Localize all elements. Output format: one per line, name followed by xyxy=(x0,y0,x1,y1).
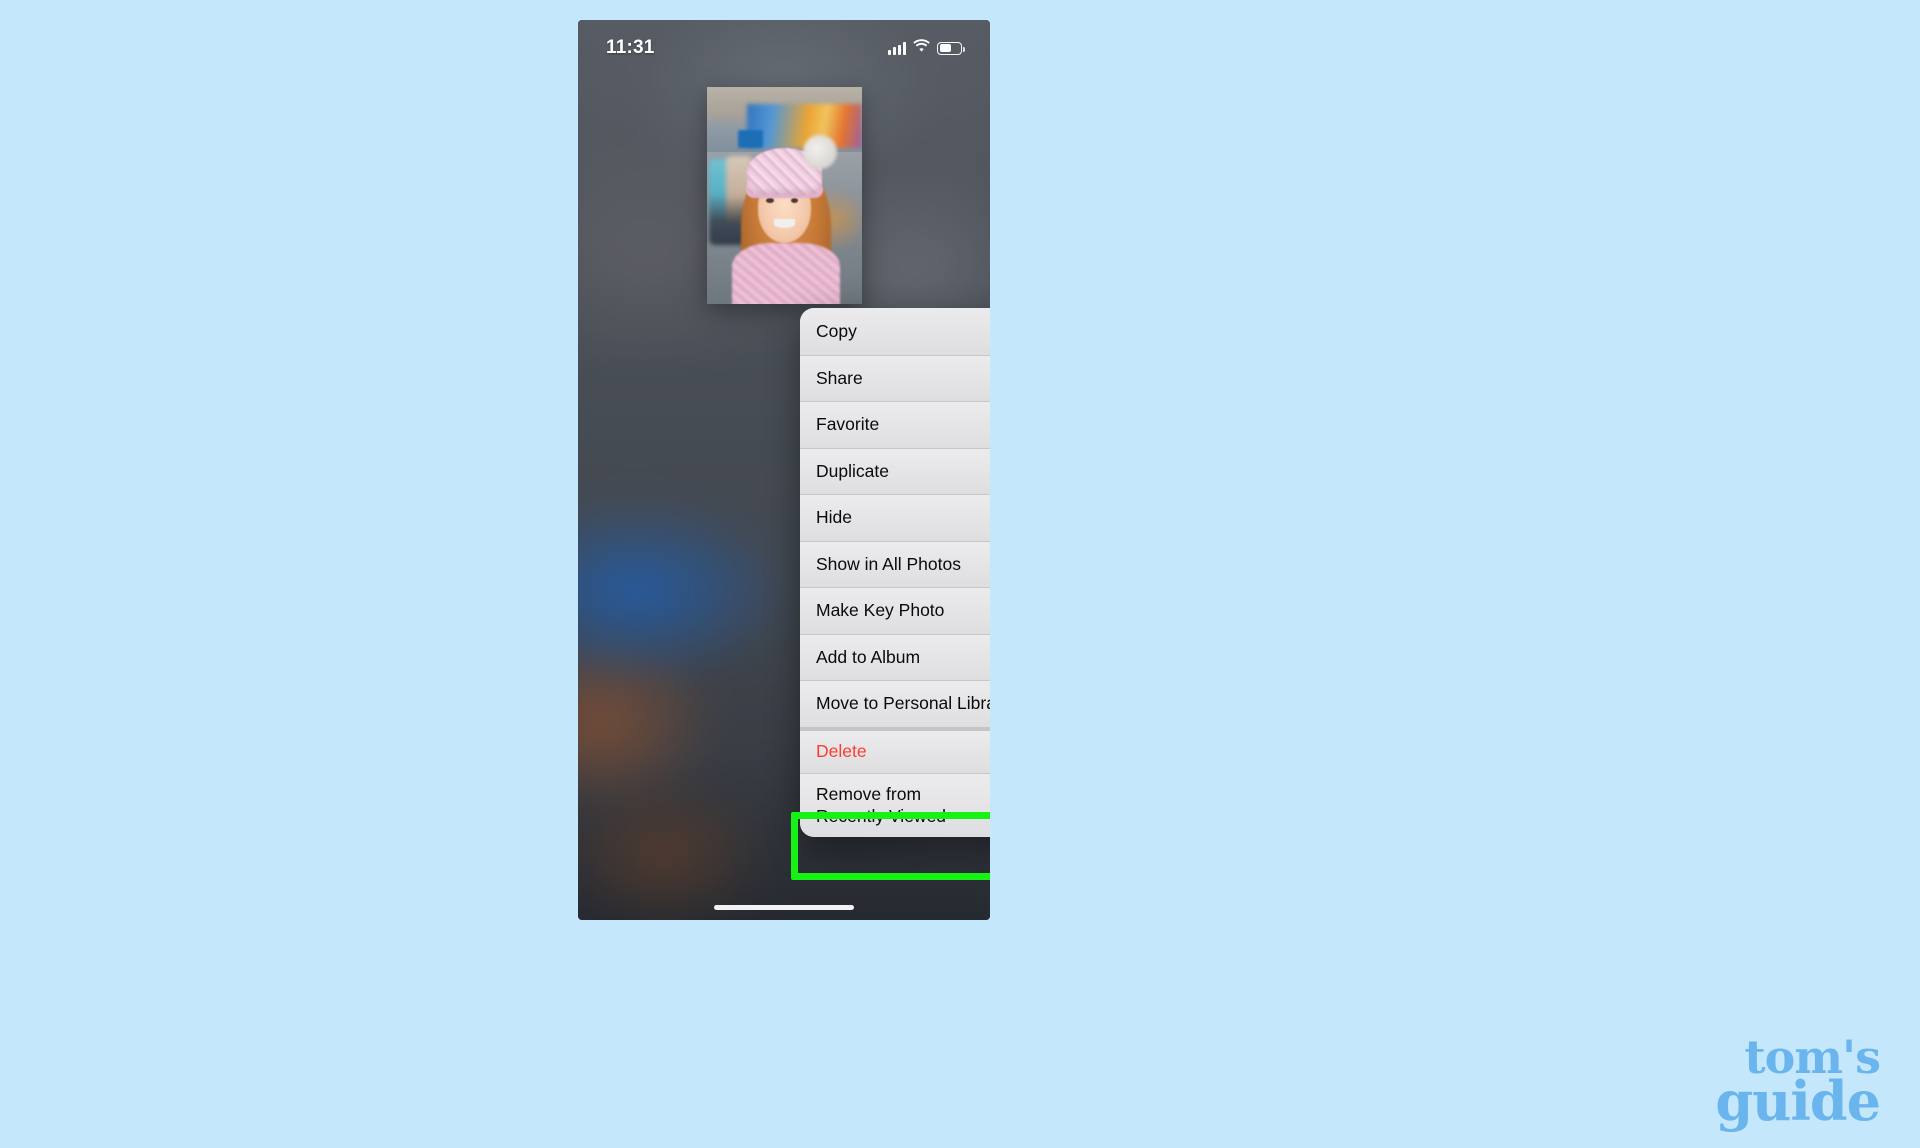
cellular-signal-icon xyxy=(888,41,906,55)
menu-item-label: Favorite xyxy=(816,414,880,435)
menu-item-label: Copy xyxy=(816,320,857,341)
status-bar-clock: 11:31 xyxy=(606,37,655,58)
menu-item-copy[interactable]: Copy xyxy=(800,308,990,355)
status-bar-icons xyxy=(888,39,965,57)
menu-item-share[interactable]: Share xyxy=(800,354,990,401)
menu-item-add-to-album[interactable]: Add to Album xyxy=(800,633,990,680)
menu-item-duplicate[interactable]: Duplicate xyxy=(800,447,990,494)
photo-preview xyxy=(707,87,862,304)
menu-item-show-in-all-photos[interactable]: Show in All Photos xyxy=(800,540,990,587)
menu-item-move-to-personal-library[interactable]: Move to Personal Library xyxy=(800,680,990,727)
menu-item-hide[interactable]: Hide xyxy=(800,494,990,541)
menu-item-label: Delete xyxy=(816,741,867,762)
highlight-annotation xyxy=(791,812,990,880)
battery-icon xyxy=(937,41,965,55)
toms-guide-watermark: tom's guide xyxy=(1715,1034,1881,1133)
phone-screenshot: 11:31 Copy Share Favorite Duplicate Hide… xyxy=(578,20,990,920)
wifi-icon xyxy=(913,39,930,57)
menu-item-make-key-photo[interactable]: Make Key Photo xyxy=(800,587,990,634)
menu-item-label: Make Key Photo xyxy=(816,600,945,621)
menu-item-delete[interactable]: Delete xyxy=(800,726,990,773)
photo-context-menu: Copy Share Favorite Duplicate Hide Show … xyxy=(800,308,990,837)
menu-item-label: Add to Album xyxy=(816,646,921,667)
watermark-line-2: guide xyxy=(1715,1068,1881,1133)
menu-item-label: Duplicate xyxy=(816,460,889,481)
menu-item-favorite[interactable]: Favorite xyxy=(800,401,990,448)
menu-item-label: Share xyxy=(816,367,863,388)
home-indicator[interactable] xyxy=(714,905,854,910)
menu-item-label: Hide xyxy=(816,507,852,528)
menu-item-label: Show in All Photos xyxy=(816,553,961,574)
status-bar: 11:31 xyxy=(578,20,990,76)
menu-item-label: Move to Personal Library xyxy=(816,693,990,714)
